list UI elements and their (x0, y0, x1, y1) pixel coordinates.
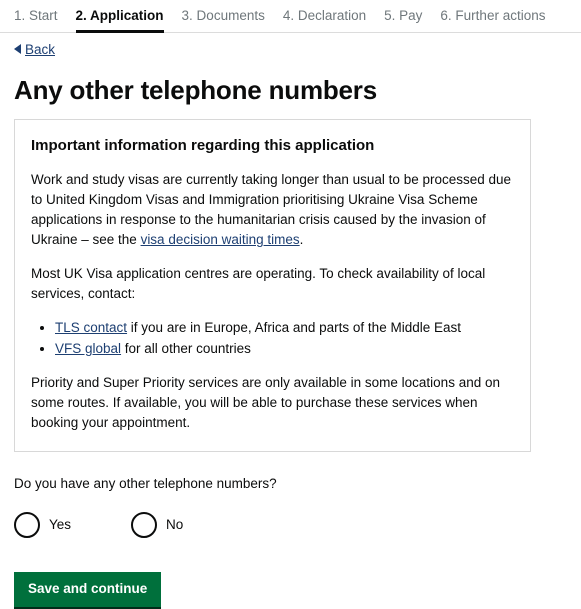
list-item: VFS global for all other countries (55, 339, 514, 359)
back-arrow-icon (14, 44, 21, 54)
step-item-further-actions[interactable]: 6. Further actions (440, 7, 545, 33)
step-item-declaration[interactable]: 4. Declaration (283, 7, 366, 33)
info-paragraph-processing-times: Work and study visas are currently takin… (31, 170, 514, 250)
vfs-global-link[interactable]: VFS global (55, 341, 121, 356)
step-item-start[interactable]: 1. Start (14, 7, 58, 33)
step-item-application[interactable]: 2. Application (75, 7, 164, 33)
question-label: Do you have any other telephone numbers? (14, 476, 277, 491)
submit-row: Save and continue (14, 572, 567, 609)
back-link[interactable]: Back (14, 42, 55, 57)
important-information-panel: Important information regarding this app… (14, 119, 531, 452)
radio-circle-yes[interactable] (14, 512, 40, 538)
contact-options-list: TLS contact if you are in Europe, Africa… (31, 318, 514, 359)
vfs-global-description: for all other countries (121, 341, 251, 356)
page-title: Any other telephone numbers (14, 75, 377, 105)
radio-label-yes: Yes (49, 517, 72, 532)
radio-label-no: No (166, 517, 184, 532)
radio-circle-no[interactable] (131, 512, 158, 538)
visa-decision-waiting-times-link[interactable]: visa decision waiting times (141, 232, 300, 247)
step-item-pay[interactable]: 5. Pay (384, 7, 422, 33)
back-link-label: Back (25, 41, 56, 57)
back-link-row: Back (0, 33, 581, 59)
step-item-documents[interactable]: 3. Documents (182, 7, 265, 33)
info-paragraph-1-text-after: . (299, 232, 304, 247)
info-paragraph-priority-services: Priority and Super Priority services are… (31, 375, 500, 430)
radio-group-other-telephone-numbers: Yes No (14, 512, 567, 538)
progress-step-nav: 1. Start 2. Application 3. Documents 4. … (0, 0, 581, 33)
radio-option-yes[interactable]: Yes (14, 512, 71, 538)
tls-contact-link[interactable]: TLS contact (55, 320, 127, 335)
info-paragraph-application-centres: Most UK Visa application centres are ope… (31, 266, 486, 301)
save-and-continue-button[interactable]: Save and continue (14, 572, 162, 609)
list-item: TLS contact if you are in Europe, Africa… (55, 318, 514, 338)
tls-contact-description: if you are in Europe, Africa and parts o… (127, 320, 461, 335)
info-panel-heading: Important information regarding this app… (31, 137, 375, 154)
radio-option-no[interactable]: No (131, 512, 183, 538)
